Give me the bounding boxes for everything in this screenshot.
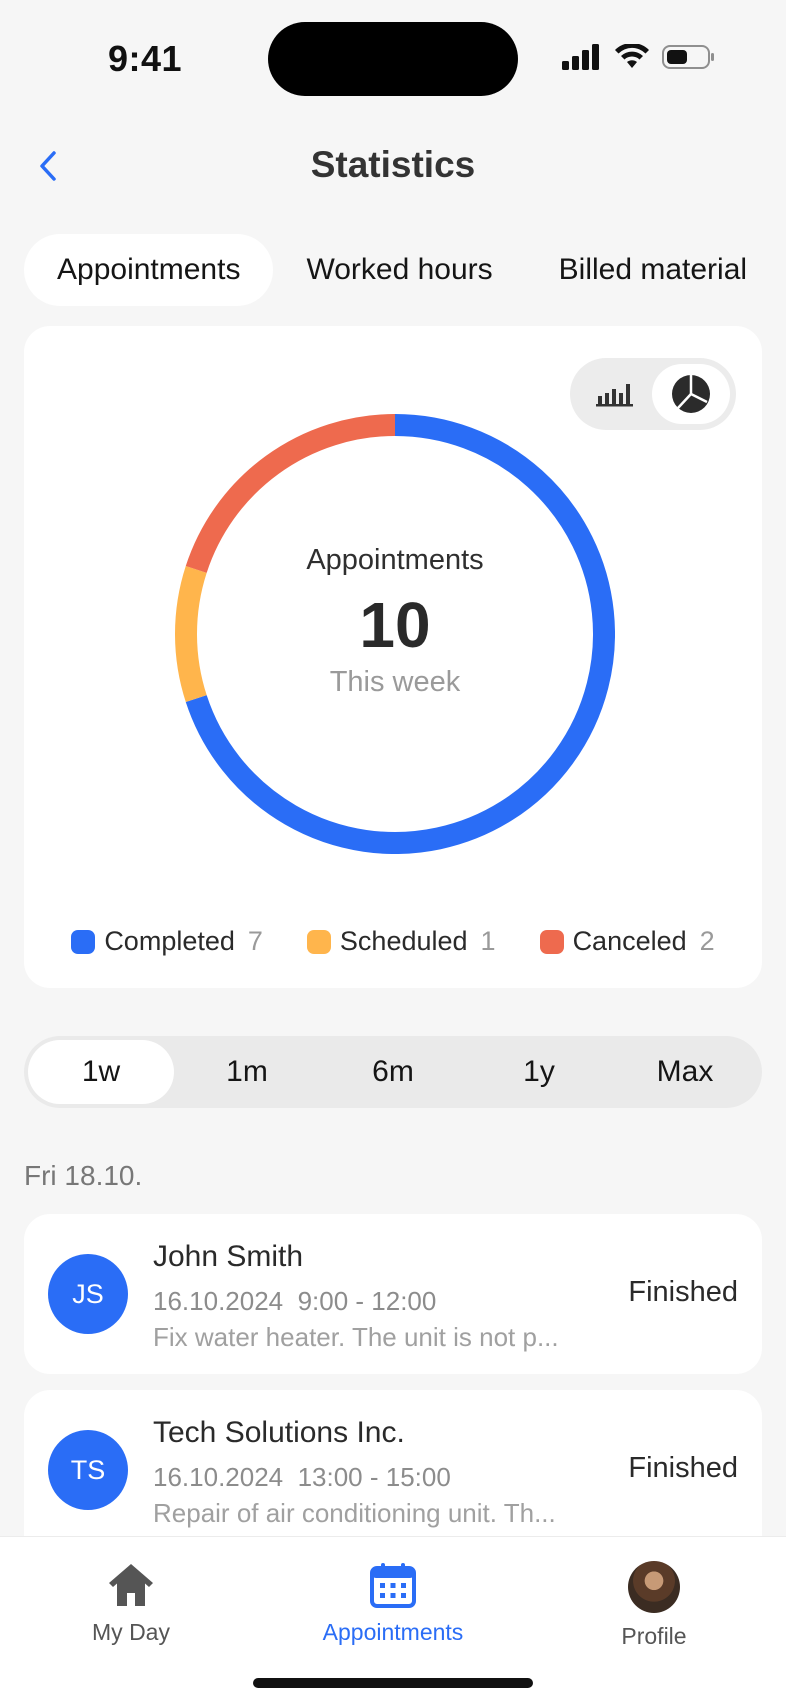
tab-billed-material[interactable]: Billed material bbox=[526, 234, 780, 306]
appointment-description: Fix water heater. The unit is not p... bbox=[153, 1322, 559, 1352]
chart-center-value: 10 bbox=[359, 589, 431, 661]
status-icons bbox=[562, 44, 716, 70]
tab-appointments[interactable]: Appointments bbox=[24, 234, 274, 306]
appointment-client-name: Tech Solutions Inc. bbox=[153, 1416, 405, 1449]
nav-item-profile[interactable]: Profile bbox=[544, 1561, 764, 1650]
legend-swatch-canceled bbox=[539, 929, 564, 954]
wifi-icon bbox=[615, 44, 649, 68]
appointment-datetime: 16.10.2024 9:00 - 12:00 bbox=[153, 1286, 437, 1316]
avatar: TS bbox=[48, 1430, 128, 1510]
range-option-1m[interactable]: 1m bbox=[174, 1040, 320, 1104]
donut-center: Appointments 10 This week bbox=[175, 414, 615, 854]
chart-legend: Completed 7 Scheduled 1 Canceled 2 bbox=[24, 926, 762, 957]
status-badge: Finished bbox=[628, 1452, 738, 1484]
pie-chart-toggle[interactable] bbox=[652, 364, 730, 424]
legend-item-canceled: Canceled 2 bbox=[539, 926, 715, 957]
page-title: Statistics bbox=[310, 144, 476, 185]
nav-item-my-day[interactable]: My Day bbox=[21, 1561, 241, 1646]
range-option-1y[interactable]: 1y bbox=[466, 1040, 612, 1104]
nav-label: Appointments bbox=[322, 1619, 464, 1645]
time-range-selector: 1w 1m 6m 1y Max bbox=[24, 1036, 762, 1108]
status-time: 9:41 bbox=[108, 38, 183, 79]
stats-tabs: Appointments Worked hours Billed materia… bbox=[24, 234, 780, 306]
legend-swatch-scheduled bbox=[306, 929, 331, 954]
chart-center-subtitle: This week bbox=[329, 666, 461, 698]
appointment-card[interactable]: JS John Smith 16.10.2024 9:00 - 12:00 Fi… bbox=[24, 1214, 762, 1374]
chart-center-title: Appointments bbox=[306, 544, 484, 576]
nav-label: My Day bbox=[92, 1619, 170, 1645]
bar-chart-icon bbox=[596, 384, 633, 407]
legend-count: 1 bbox=[480, 926, 496, 956]
home-icon bbox=[109, 1564, 153, 1606]
legend-label: Completed bbox=[104, 926, 235, 956]
legend-item-completed: Completed 7 bbox=[71, 926, 263, 957]
range-option-6m[interactable]: 6m bbox=[320, 1040, 466, 1104]
legend-item-scheduled: Scheduled 1 bbox=[306, 926, 496, 957]
legend-count: 7 bbox=[247, 926, 263, 956]
dynamic-island bbox=[268, 22, 518, 96]
avatar: JS bbox=[48, 1254, 128, 1334]
range-option-max[interactable]: Max bbox=[612, 1040, 758, 1104]
nav-label: Profile bbox=[621, 1623, 687, 1649]
home-indicator bbox=[253, 1678, 533, 1688]
cellular-signal-icon bbox=[562, 44, 599, 70]
pie-chart-icon bbox=[672, 375, 710, 413]
list-date-header: Fri 18.10. bbox=[24, 1160, 143, 1191]
nav-item-appointments[interactable]: Appointments bbox=[283, 1561, 503, 1646]
calendar-icon bbox=[370, 1563, 416, 1608]
appointment-datetime: 16.10.2024 13:00 - 15:00 bbox=[153, 1462, 451, 1492]
status-badge: Finished bbox=[628, 1276, 738, 1308]
battery-icon bbox=[662, 45, 714, 69]
tab-worked-hours[interactable]: Worked hours bbox=[273, 234, 525, 306]
appointment-description: Repair of air conditioning unit. Th... bbox=[153, 1498, 556, 1528]
legend-swatch-completed bbox=[71, 929, 96, 954]
chart-card: Appointments 10 This week Completed 7 Sc… bbox=[24, 326, 762, 988]
appointment-client-name: John Smith bbox=[153, 1240, 304, 1273]
legend-count: 2 bbox=[699, 926, 715, 956]
legend-label: Canceled bbox=[572, 926, 687, 956]
range-option-1w[interactable]: 1w bbox=[28, 1040, 174, 1104]
status-bar: 9:41 bbox=[0, 0, 786, 120]
profile-avatar bbox=[628, 1561, 680, 1613]
legend-label: Scheduled bbox=[339, 926, 468, 956]
